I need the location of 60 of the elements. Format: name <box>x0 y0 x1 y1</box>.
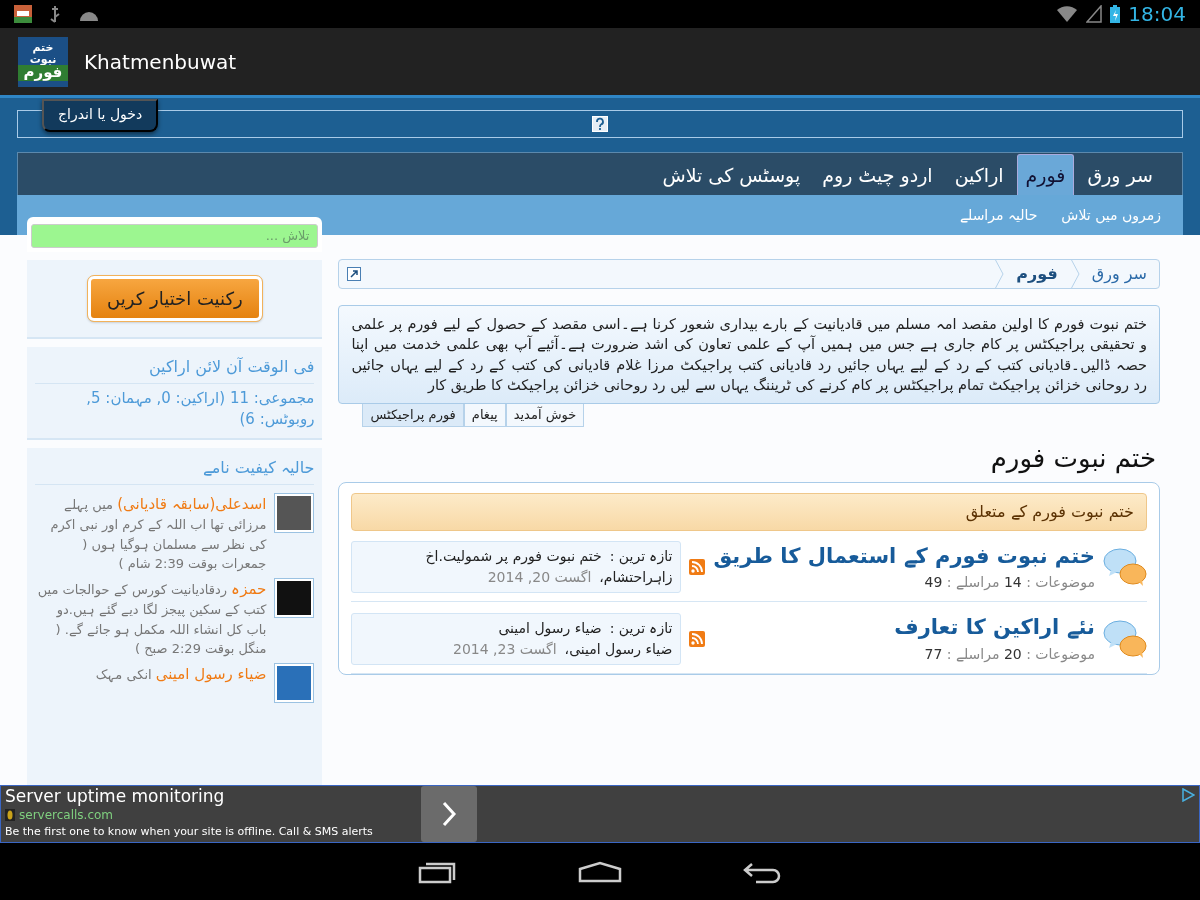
wifi-icon <box>1056 5 1079 23</box>
chevron-right-icon <box>440 801 457 827</box>
notice-link[interactable]: رد روحانی خزائن پراجیکٹ <box>988 376 1147 393</box>
signup-button[interactable]: رکنیت اختیار کریں <box>88 275 262 321</box>
latest-label: تازہ ترین : <box>609 618 673 639</box>
help-icon[interactable] <box>592 116 608 132</box>
notification-icon <box>14 5 32 23</box>
nav-tab[interactable]: سر ورق <box>1078 153 1162 195</box>
post-date: اگست 20, 2014 <box>487 568 592 588</box>
latest-post-link[interactable]: ختم نبوت فورم پر شمولیت.اخ <box>425 546 602 568</box>
rss-icon[interactable] <box>689 559 706 576</box>
app-logo: ختم نبوت فورم <box>18 36 68 87</box>
status-text: ضیاء رسول امینی انکی مہک <box>95 663 267 685</box>
post-date: اگست 23, 2014 <box>453 639 557 659</box>
status-text: اسدعلی(سابقہ قادیانی) میں پہلے مرزائی تھا اب اللہ کے کرم اور نبی اکرم کی نظر سے مسلمان ہوگیا ہوں ( جمعرات بوقت 2:39 شام ) <box>49 493 267 574</box>
notice-tab[interactable]: پیغام <box>463 404 506 427</box>
avatar-placeholder <box>274 577 315 618</box>
author-link[interactable]: ضیاء رسول امینی، <box>564 638 673 660</box>
notice-link[interactable]: رد روحانی خزائن پراجیکٹ کا طریق کار <box>427 376 666 393</box>
nav-tab[interactable]: اراکین <box>945 153 1013 195</box>
clock-time: 18:04 <box>1128 1 1186 28</box>
forum-title[interactable]: ختم نبوت فورم کے استعمال کا طریق <box>713 540 1095 573</box>
home-icon[interactable] <box>578 860 622 883</box>
battery-icon <box>1110 5 1121 23</box>
status-text: حمزہ ردقادیانیت کورس کے حوالجات میں کتب کے سکین پیجز لگا دیے گئے ہیں.دو باب کل انشاء اللہ مکمل ہو جائے گے. ( منگل بوقت 2:29 صبح ) <box>36 578 267 659</box>
online-summary: مجموعی: 11 (اراکین: 0, مہمان: 5, روبوٹس: 6) <box>85 387 315 430</box>
notice-tab[interactable]: فورم پراجیکٹس <box>362 404 464 427</box>
section-heading: حالیہ کیفیت نامے <box>35 455 315 485</box>
usb-icon <box>48 5 62 23</box>
nav-tab[interactable]: فورم <box>1016 153 1075 195</box>
notice-tab[interactable]: خوش آمدید <box>505 404 585 427</box>
nav-tab[interactable]: پوسٹس کی تلاش <box>653 153 810 195</box>
rss-icon[interactable] <box>689 630 706 647</box>
author-link[interactable]: زاہراحتشام، <box>599 567 673 589</box>
ad-title: Server uptime monitoring <box>5 787 226 807</box>
latest-label: تازہ ترین : <box>609 547 673 567</box>
latest-post-link[interactable]: ضیاء رسول امینی <box>498 617 602 639</box>
signal-icon <box>1086 5 1103 23</box>
page-title: ختم نبوت فورم <box>989 442 1156 474</box>
avatar-placeholder <box>274 662 315 703</box>
nav-tab[interactable]: اردو چیٹ روم <box>813 153 942 195</box>
app-title: Khatmenbuwat <box>84 48 237 76</box>
notice-text: ختم نبوت فورم کا اولین مقصد امہ مسلم میں قادیانیت کے بارے بیداری شعور کرنا ہے۔اسی مقصد کے حصول کے لیے فورم پر علمی و تحقیقی پراجیکٹس پر کام جاری ہے جس میں ہمیں آپ کے علمی تعاون کی اشد ضرورت ہے۔آئیے آپ بھی علمی خدمت میں اپنا حصہ ڈالیں۔قادیانی کتب کے رد کے لیے یہاں جائیں رد قادیانی کتب پراجیکٹ مرزا غلام قادیانی کی کتب کے رد کے لیے یہاں جائیں رد روحانی خزائن پراجیکٹ تمام پراجیکٹس پر کام کرنے کی ٹریننگ یہاں سے لیں رد روحانی خزائن پراجیکٹ کا طریق کار <box>338 305 1160 405</box>
login-tab[interactable]: دخول یا اندراج <box>42 99 159 132</box>
speech-bubbles-icon <box>1103 547 1147 588</box>
breadcrumb-link[interactable]: فورم <box>1004 262 1070 286</box>
ad-favicon-icon <box>5 809 15 822</box>
avatar-placeholder <box>274 492 315 533</box>
ad-domain[interactable]: servercalls.com <box>19 806 114 825</box>
ad-choices-icon[interactable] <box>1181 788 1195 802</box>
section-heading: فی الوقت آن لائن اراکین <box>35 354 315 384</box>
breadcrumb-link[interactable]: سر ورق <box>1079 262 1159 286</box>
ad-text: Be the first one to know when your site is offline. Call & SMS alerts <box>5 824 373 841</box>
ad-next-button[interactable] <box>420 786 477 842</box>
notice-link[interactable]: رد قادیانی کتب پراجیکٹ <box>680 356 832 373</box>
search-field[interactable]: تلاش ... <box>31 223 319 248</box>
forum-title[interactable]: نئے اراکین کا تعارف <box>713 612 1095 644</box>
category-header: ختم نبوت فورم کے متعلق <box>351 492 1147 531</box>
speech-bubbles-icon <box>1103 618 1147 659</box>
external-link-icon[interactable] <box>347 267 362 281</box>
